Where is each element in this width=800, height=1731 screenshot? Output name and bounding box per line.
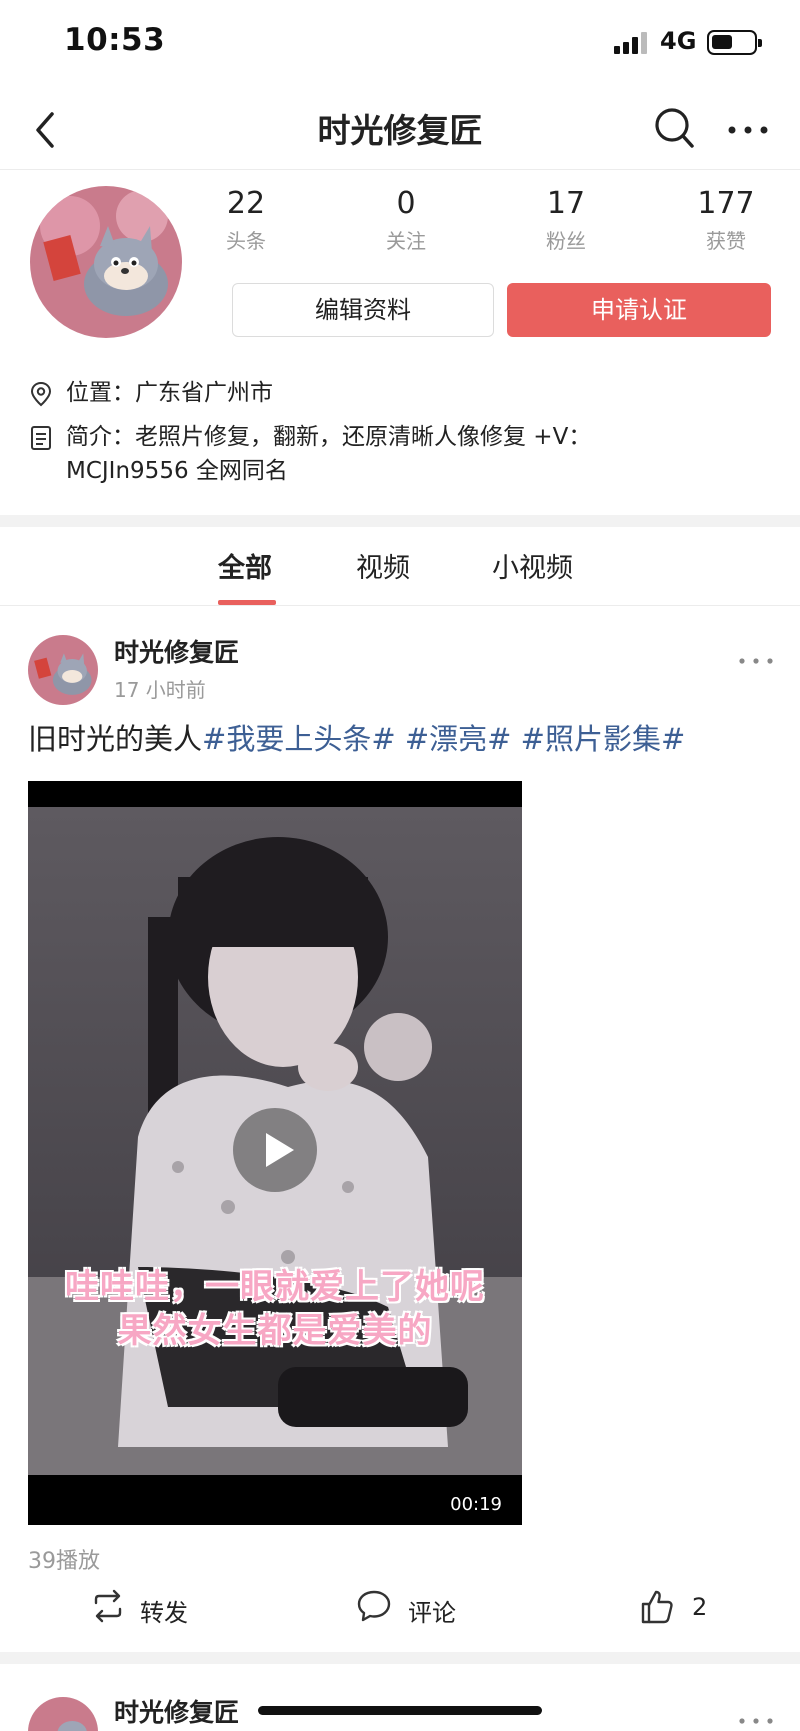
like-count: 2 xyxy=(692,1593,708,1621)
share-button[interactable]: 转发 xyxy=(92,1583,212,1633)
battery-icon xyxy=(707,30,762,55)
avatar[interactable] xyxy=(30,186,182,338)
active-tab-indicator xyxy=(218,600,276,605)
apply-verification-button[interactable]: 申请认证 xyxy=(507,283,771,337)
profile-stats: 22 头条 0 关注 17 粉丝 177 获赞 xyxy=(190,186,790,266)
comment-label: 评论 xyxy=(408,1599,456,1627)
post-author-avatar[interactable] xyxy=(28,1697,98,1731)
status-time: 10:53 xyxy=(64,22,166,58)
feed-post-next: 时光修复匠 xyxy=(0,1663,800,1731)
post-author-name[interactable]: 时光修复匠 xyxy=(114,1693,239,1729)
search-icon[interactable] xyxy=(652,104,696,152)
repost-icon xyxy=(94,1589,122,1623)
more-options-icon[interactable] xyxy=(724,110,772,150)
stat-following[interactable]: 0 关注 xyxy=(336,186,476,254)
location-pin-icon xyxy=(30,381,52,407)
location-text: 位置：广东省广州市 xyxy=(66,380,273,406)
comment-button[interactable]: 评论 xyxy=(356,1583,476,1633)
network-type: 4G xyxy=(660,27,697,55)
tab-short-video[interactable]: 小视频 xyxy=(492,546,573,585)
home-indicator[interactable] xyxy=(258,1706,542,1715)
post-author-avatar[interactable] xyxy=(28,635,98,705)
feed-post: 时光修复匠 17 小时前 旧时光的美人#我要上头条# #漂亮# #照片影集# 哇… xyxy=(0,607,800,1652)
tab-video[interactable]: 视频 xyxy=(356,546,410,585)
stat-value: 177 xyxy=(697,186,755,221)
back-arrow-icon[interactable] xyxy=(28,106,68,154)
video-subtitle-line2: 果然女生都是爱美的 xyxy=(117,1311,433,1351)
section-divider xyxy=(0,515,800,527)
post-more-icon[interactable] xyxy=(736,651,776,671)
content-tabs: 全部 视频 小视频 xyxy=(0,528,800,606)
stat-value: 17 xyxy=(546,186,586,221)
play-icon[interactable] xyxy=(232,1107,318,1193)
bio-text-line2: MCJIn9556 全网同名 xyxy=(66,458,288,484)
comment-bubble-icon xyxy=(357,1590,391,1622)
bio-row: 简介：老照片修复，翻新，还原清晰人像修复 +V： MCJIn9556 全网同名 xyxy=(28,421,788,491)
video-duration: 00:19 xyxy=(440,1490,512,1519)
bio-document-icon xyxy=(31,426,51,450)
stat-followers[interactable]: 17 粉丝 xyxy=(496,186,636,254)
bio-text-line1: 简介：老照片修复，翻新，还原清晰人像修复 +V： xyxy=(66,424,592,450)
stat-label: 粉丝 xyxy=(546,229,586,253)
profile-header: 22 头条 0 关注 17 粉丝 177 获赞 编辑资料 申请认证 位置：广东省… xyxy=(0,170,800,515)
signal-icon xyxy=(614,32,647,54)
play-count: 39播放 xyxy=(28,1549,100,1574)
edit-profile-button[interactable]: 编辑资料 xyxy=(232,283,494,337)
video-player[interactable]: 哇哇哇，一眼就爱上了她呢 果然女生都是爱美的 00:19 xyxy=(28,781,522,1525)
status-bar: 10:53 4G xyxy=(0,0,800,90)
thumbs-up-icon xyxy=(641,1590,673,1624)
like-button[interactable]: 2 xyxy=(640,1583,730,1633)
stat-label: 头条 xyxy=(226,229,266,253)
post-timestamp: 17 小时前 xyxy=(114,678,206,702)
post-more-icon[interactable] xyxy=(736,1711,776,1731)
stat-likes[interactable]: 177 获赞 xyxy=(656,186,796,254)
caption-text: 旧时光的美人 xyxy=(28,722,203,756)
post-author-name[interactable]: 时光修复匠 xyxy=(114,633,239,669)
nav-bar: 时光修复匠 xyxy=(0,90,800,170)
video-subtitle-line1: 哇哇哇，一眼就爱上了她呢 xyxy=(65,1267,485,1307)
post-caption: 旧时光的美人#我要上头条# #漂亮# #照片影集# xyxy=(28,719,788,759)
stat-value: 22 xyxy=(226,186,266,221)
stat-headlines[interactable]: 22 头条 xyxy=(176,186,316,254)
share-label: 转发 xyxy=(140,1599,188,1627)
stat-label: 关注 xyxy=(386,229,426,253)
stat-label: 获赞 xyxy=(706,229,746,253)
caption-hashtags[interactable]: #我要上头条# #漂亮# #照片影集# xyxy=(202,722,685,756)
tab-all[interactable]: 全部 xyxy=(218,546,272,585)
location-row: 位置：广东省广州市 xyxy=(28,377,768,411)
stat-value: 0 xyxy=(396,186,416,221)
